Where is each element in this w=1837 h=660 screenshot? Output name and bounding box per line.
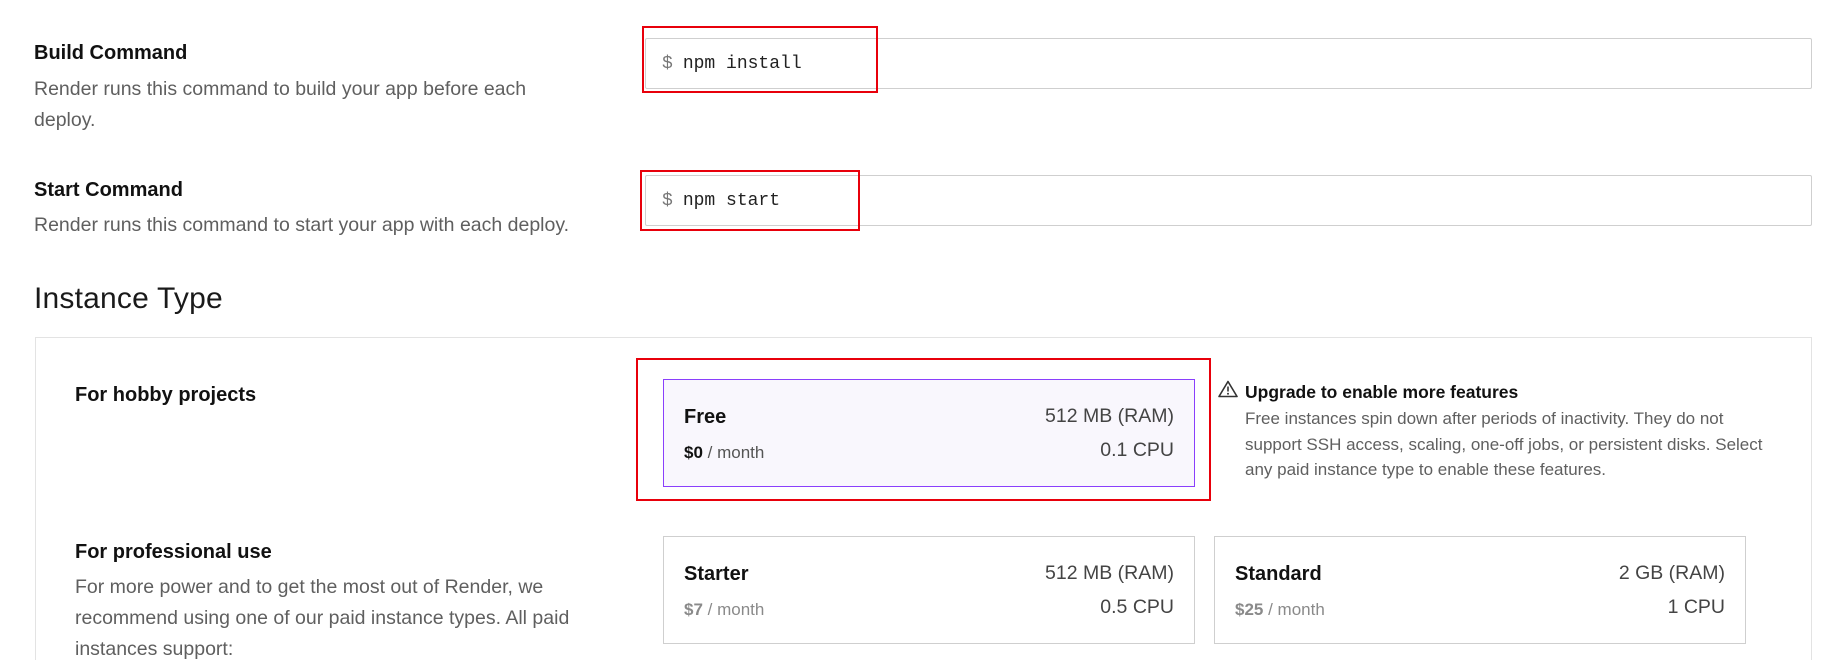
professional-description-line-1: For more power and to get the most out o… [75,576,544,598]
instance-price: $25 / month [1235,600,1325,620]
instance-card-standard[interactable]: Standard 2 GB (RAM) $25 / month 1 CPU [1214,536,1746,644]
instance-name: Starter [684,563,749,585]
instance-cpu: 0.5 CPU [1100,596,1174,618]
hobby-group-title: For hobby projects [75,384,257,406]
upgrade-warning-title: Upgrade to enable more features [1245,382,1519,402]
price-period: / month [1268,600,1325,619]
start-command-value[interactable]: npm start [683,191,780,211]
instance-cpu: 1 CPU [1667,596,1725,618]
price-amount: $0 [684,443,703,462]
upgrade-warning-text: Free instances spin down after periods o… [1245,409,1763,479]
instance-ram: 512 MB (RAM) [1045,562,1174,584]
instance-ram: 2 GB (RAM) [1618,562,1725,584]
price-amount: $7 [684,600,703,619]
command-prompt-prefix: $ [662,53,673,74]
instance-name: Standard [1235,563,1322,585]
start-command-title: Start Command [34,179,183,201]
build-command-description-line-1: Render runs this command to build your a… [34,78,527,100]
price-period: / month [707,443,765,462]
instance-ram: 512 MB (RAM) [1045,405,1174,427]
instance-card-free[interactable]: Free 512 MB (RAM) $0 / month 0.1 CPU [663,379,1195,487]
instance-cpu: 0.1 CPU [1100,439,1174,461]
start-command-input[interactable]: $ npm start [645,175,1812,226]
warning-triangle-icon [1218,380,1238,398]
price-amount: $25 [1235,600,1264,619]
build-command-input[interactable]: $ npm install [645,38,1812,89]
price-period: / month [707,600,765,619]
command-prompt-prefix: $ [662,190,673,211]
professional-description-line-2: recommend using one of our paid instance… [75,607,570,629]
build-command-value[interactable]: npm install [683,54,802,74]
build-command-description-line-2: deploy. [34,109,96,131]
instance-name: Free [684,406,727,428]
instance-card-starter[interactable]: Starter 512 MB (RAM) $7 / month 0.5 CPU [663,536,1195,644]
instance-price: $7 / month [684,600,764,620]
instance-type-heading: Instance Type [34,282,223,315]
instance-price: $0 / month [684,443,764,463]
start-command-description: Render runs this command to start your a… [34,214,570,236]
build-command-description: Render runs this command to build your a… [34,74,526,136]
professional-group-title: For professional use [75,541,272,563]
professional-group-description: For more power and to get the most out o… [75,572,569,660]
build-command-title: Build Command [34,42,188,64]
professional-description-line-3: instances support: [75,638,234,660]
